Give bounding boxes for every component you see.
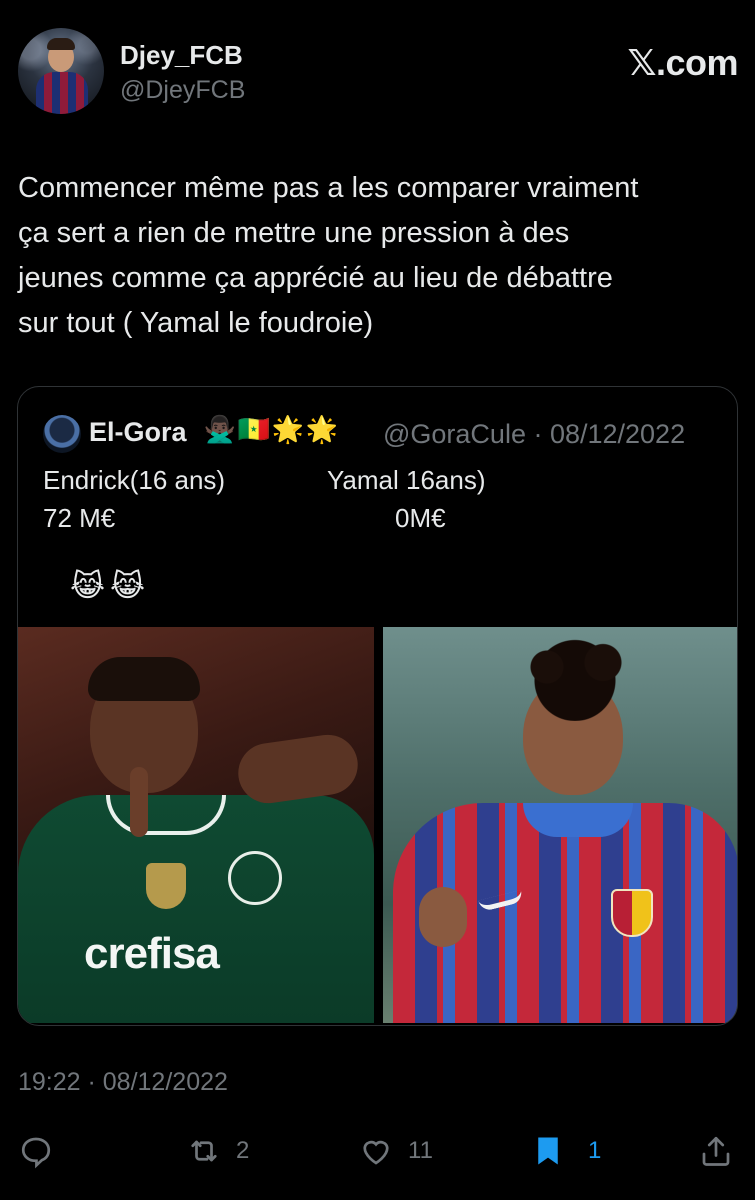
retweet-count: 2 [236, 1137, 250, 1164]
bookmark-icon [538, 1137, 558, 1165]
share-icon [702, 1136, 730, 1166]
emoji: 🌟 [305, 415, 339, 445]
retweet-button[interactable]: 2 [186, 1128, 249, 1174]
bookmark-button[interactable]: 1 [530, 1128, 601, 1174]
avatar-shirt [36, 72, 88, 114]
quoted-text-yamal: Yamal 16ans) [327, 465, 486, 495]
avatar[interactable] [18, 28, 104, 114]
tweet-text-line: Commencer même pas a les comparer vraime… [18, 172, 639, 204]
bookmark-count: 1 [588, 1137, 602, 1164]
image-divider [374, 627, 383, 1023]
tweet-header: Djey_FCB @DjeyFCB 𝕏.com [18, 28, 739, 118]
club-badge [228, 851, 282, 905]
tweet-actions: 2 11 1 [18, 1128, 738, 1174]
flexed-arm [234, 730, 362, 808]
emoji: 🙅🏿‍♂️ [203, 415, 237, 445]
x-logo: 𝕏.com [627, 42, 738, 84]
champion-crest [146, 863, 186, 909]
tweet-text: Commencer même pas a les comparer vraime… [18, 166, 738, 346]
quoted-avatar[interactable] [43, 415, 81, 453]
quoted-handle-date: @GoraCule · 08/12/2022 [383, 419, 686, 449]
club-crest [611, 889, 653, 937]
quoted-tweet-header: El-Gora 🙅🏿‍♂️🇸🇳🌟🌟 @GoraCule · 08/12/2022 [43, 413, 723, 453]
quoted-text-endrick: Endrick(16 ans) [43, 465, 226, 495]
laughing-cat-emoji: 😹 [110, 569, 146, 604]
reply-button[interactable] [18, 1128, 54, 1174]
x-mark-icon: 𝕏 [627, 43, 656, 84]
like-button[interactable]: 11 [358, 1128, 433, 1174]
tweet-timestamp[interactable]: 19:22 · 08/12/2022 [18, 1068, 228, 1097]
player-hand [419, 887, 467, 947]
emoji: 🌟 [271, 415, 305, 445]
author-handle[interactable]: @DjeyFCB [120, 76, 245, 105]
quoted-image-endrick[interactable]: crefisa [18, 627, 374, 1023]
avatar-hair [47, 38, 75, 50]
quoted-image-yamal[interactable] [383, 627, 737, 1023]
author-display-name[interactable]: Djey_FCB [120, 40, 243, 71]
quoted-text-endrick-value: 72 M€ [43, 503, 116, 533]
reply-icon [21, 1137, 51, 1169]
tweet-text-line: ça sert a rien de mettre une pression à … [18, 217, 570, 249]
jersey-sponsor-logo: crefisa [84, 929, 220, 978]
tweet-text-line: sur tout ( Yamal le foudroie) [18, 307, 374, 339]
heart-icon [363, 1140, 389, 1165]
quoted-text: Endrick(16 ans) Yamal 16ans) 72 M€ 0M€ [43, 461, 723, 537]
share-button[interactable] [698, 1128, 734, 1174]
like-count: 11 [408, 1137, 433, 1164]
retweet-icon [191, 1140, 217, 1162]
quoted-laugh-emojis: 😹 😹 [70, 569, 150, 604]
laughing-cat-emoji: 😹 [70, 569, 106, 604]
emoji: 🇸🇳 [237, 415, 271, 445]
player-hair [88, 657, 200, 701]
quoted-display-name[interactable]: El-Gora [89, 417, 187, 448]
quoted-name-emojis: 🙅🏿‍♂️🇸🇳🌟🌟 [203, 415, 339, 445]
shush-finger [130, 767, 148, 837]
quoted-text-yamal-value: 0M€ [395, 503, 446, 533]
x-domain: .com [655, 42, 739, 83]
player-curly-hair [505, 631, 645, 721]
tweet-text-line: jeunes comme ça apprécié au lieu de déba… [18, 262, 613, 294]
jersey-collar [523, 803, 633, 837]
quoted-tweet[interactable]: El-Gora 🙅🏿‍♂️🇸🇳🌟🌟 @GoraCule · 08/12/2022… [17, 386, 738, 1026]
